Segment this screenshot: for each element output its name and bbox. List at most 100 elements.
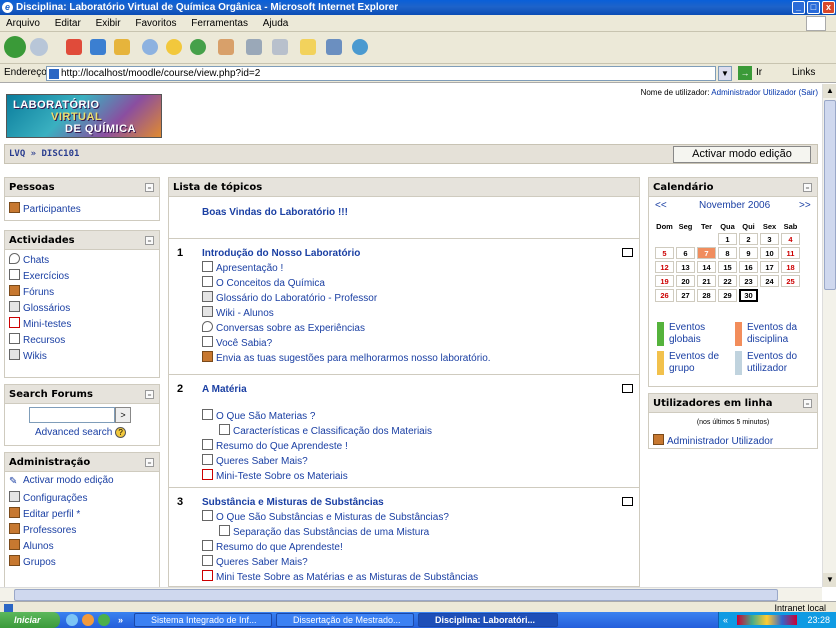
highlight-box-icon[interactable] (622, 248, 633, 257)
wiki-link[interactable]: Wiki - Alunos (202, 306, 274, 319)
calendar-day[interactable]: 28 (697, 289, 716, 302)
hscroll-thumb[interactable] (14, 589, 778, 601)
section-title[interactable]: Introdução do Nosso Laboratório (202, 248, 360, 259)
address-dropdown-button[interactable]: ▼ (718, 66, 732, 81)
resource-link[interactable]: Queres Saber Mais? (202, 555, 308, 568)
minimize-button[interactable]: _ (792, 1, 805, 14)
tray-expand-icon[interactable]: « (723, 612, 728, 628)
favorites-star-icon[interactable] (166, 39, 182, 55)
admin-groups[interactable]: Grupos (9, 555, 56, 568)
prev-month-link[interactable]: << (655, 200, 667, 211)
tools-icon[interactable] (352, 39, 368, 55)
calendar-day[interactable]: 21 (697, 275, 716, 287)
resource-link[interactable]: O Que São Substâncias e Misturas de Subs… (202, 510, 449, 523)
chat-link[interactable]: Conversas sobre as Experiências (202, 321, 365, 334)
collapse-icon[interactable]: – (145, 458, 154, 467)
site-logo[interactable]: LABORATÓRIO VIRTUAL DE QUÍMICA (6, 94, 162, 138)
close-button[interactable]: x (822, 1, 835, 14)
calendar-day[interactable]: 5 (655, 247, 674, 259)
quiz-link[interactable]: Mini-Teste Sobre os Materiais (202, 469, 348, 482)
highlight-box-icon[interactable] (622, 497, 633, 506)
calendar-day[interactable]: 10 (760, 247, 779, 259)
menu-ajuda[interactable]: Ajuda (263, 18, 289, 29)
resource-link[interactable]: O Conceitos da Química (202, 276, 325, 289)
calendar-day[interactable]: 2 (739, 233, 758, 245)
back-icon[interactable] (4, 36, 26, 58)
welcome-title[interactable]: Boas Vindas do Laboratório !!! (202, 207, 348, 218)
folder-icon[interactable] (300, 39, 316, 55)
collapse-icon[interactable]: – (803, 399, 812, 408)
messenger-icon[interactable] (326, 39, 342, 55)
start-button[interactable]: Iniciar (0, 612, 60, 628)
menu-arquivo[interactable]: Arquivo (6, 18, 40, 29)
calendar-day[interactable]: 22 (718, 275, 737, 287)
calendar-day[interactable]: 9 (739, 247, 758, 259)
task-sistema[interactable]: Sistema Integrado de Inf... (134, 613, 272, 627)
go-arrow-icon[interactable]: → (738, 66, 752, 80)
resource-link[interactable]: O Que São Materias ? (202, 409, 316, 422)
admin-students[interactable]: Alunos (9, 539, 54, 552)
highlight-box-icon[interactable] (622, 384, 633, 393)
quicklaunch-firefox-icon[interactable] (82, 614, 94, 626)
legend-user[interactable]: Eventos do utilizador (747, 351, 815, 375)
legend-group[interactable]: Eventos de grupo (669, 351, 729, 375)
maximize-button[interactable]: □ (807, 1, 820, 14)
help-icon[interactable]: ? (115, 427, 127, 438)
advanced-search-link[interactable]: Advanced search ? (35, 427, 127, 438)
calendar-day[interactable]: 4 (781, 233, 800, 245)
calendar-day[interactable]: 27 (676, 289, 695, 302)
horizontal-scrollbar[interactable] (0, 587, 822, 601)
menu-favoritos[interactable]: Favoritos (135, 18, 176, 29)
go-button[interactable]: Ir (756, 67, 762, 78)
calendar-day[interactable]: 6 (676, 247, 695, 259)
task-dissertacao[interactable]: Dissertação de Mestrado... (276, 613, 414, 627)
activity-glossaries[interactable]: Glossários (9, 301, 70, 314)
collapse-icon[interactable]: – (803, 183, 812, 192)
breadcrumb[interactable]: LVQ » DISC101 (9, 149, 79, 159)
admin-edit-profile[interactable]: Editar perfil * (9, 507, 80, 520)
home-icon[interactable] (114, 39, 130, 55)
scroll-thumb[interactable] (824, 100, 836, 290)
legend-global[interactable]: Eventos globais (669, 322, 729, 346)
calendar-day[interactable]: 23 (739, 275, 758, 287)
calendar-day[interactable]: 24 (760, 275, 779, 287)
scroll-down-icon[interactable]: ▼ (823, 573, 836, 587)
user-link[interactable]: Administrador Utilizador (711, 88, 796, 97)
calendar-day[interactable]: 7 (697, 247, 716, 259)
participants-link[interactable]: Participantes (9, 202, 81, 215)
search-forums-button[interactable]: > (115, 407, 131, 423)
history-icon[interactable] (190, 39, 206, 55)
quicklaunch-more-icon[interactable]: » (118, 612, 123, 628)
activity-chats[interactable]: Chats (9, 253, 49, 266)
calendar-day[interactable]: 8 (718, 247, 737, 259)
search-forums-input[interactable] (29, 407, 115, 423)
search-icon[interactable] (142, 39, 158, 55)
quicklaunch-ie-icon[interactable] (66, 614, 78, 626)
calendar-day[interactable]: 29 (718, 289, 737, 302)
vertical-scrollbar[interactable]: ▲ ▼ (822, 84, 836, 587)
address-input[interactable]: http://localhost/moodle/course/view.php?… (46, 66, 716, 81)
admin-teachers[interactable]: Professores (9, 523, 76, 536)
scroll-up-icon[interactable]: ▲ (823, 84, 836, 98)
collapse-icon[interactable]: – (145, 183, 154, 192)
calendar-day[interactable]: 17 (760, 261, 779, 273)
admin-edit-mode[interactable]: ✎ Activar modo edição (9, 475, 114, 487)
calendar-day[interactable]: 15 (718, 261, 737, 273)
calendar-day[interactable]: 13 (676, 261, 695, 273)
collapse-icon[interactable]: – (145, 236, 154, 245)
next-month-link[interactable]: >> (799, 200, 811, 211)
calendar-day[interactable]: 18 (781, 261, 800, 273)
edit-icon[interactable] (272, 39, 288, 55)
online-user-link[interactable]: Administrador Utilizador (653, 434, 773, 447)
glossary-link[interactable]: Glossário do Laboratório - Professor (202, 291, 377, 304)
activity-quizzes[interactable]: Mini-testes (9, 317, 71, 330)
calendar-day[interactable]: 14 (697, 261, 716, 273)
mail-icon[interactable] (218, 39, 234, 55)
calendar-day[interactable]: 3 (760, 233, 779, 245)
calendar-day[interactable]: 19 (655, 275, 674, 287)
section-title[interactable]: Substância e Misturas de Substâncias (202, 497, 384, 508)
resource-link[interactable]: Queres Saber Mais? (202, 454, 308, 467)
calendar-day[interactable]: 25 (781, 275, 800, 287)
menu-editar[interactable]: Editar (55, 18, 81, 29)
tray-icons[interactable] (737, 615, 797, 625)
